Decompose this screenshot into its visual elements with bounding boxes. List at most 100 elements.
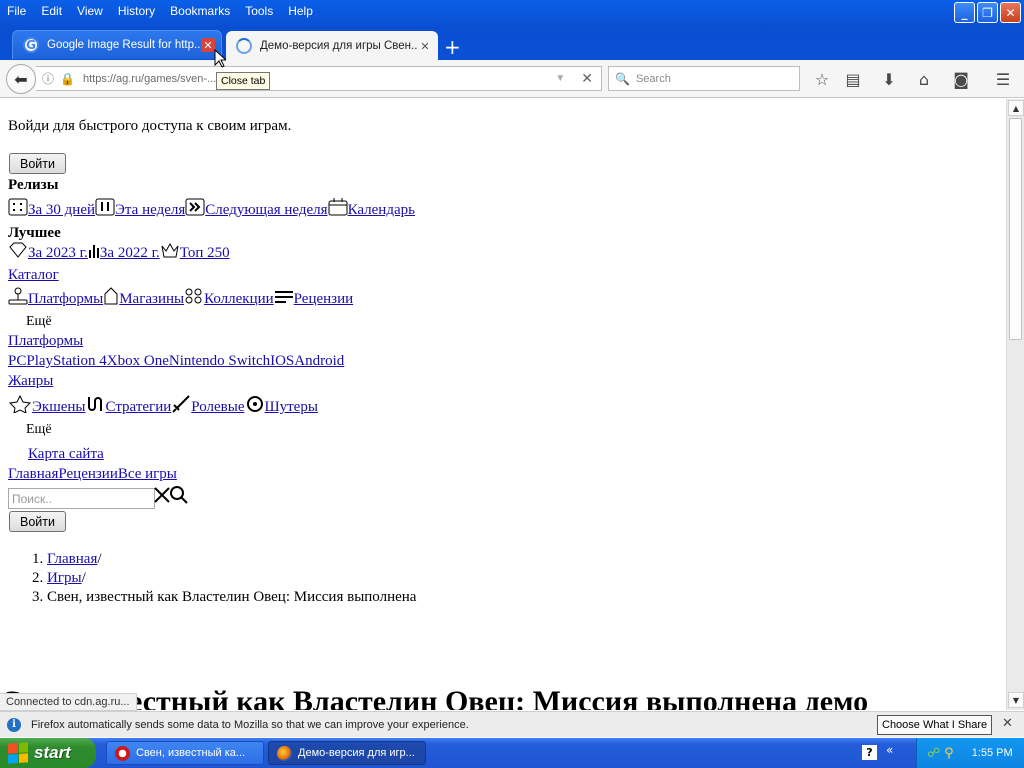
menu-bar: File Edit View History Bookmarks Tools H… [0,0,321,22]
close-tab-icon[interactable]: ✕ [201,38,215,52]
back-button[interactable]: ⬅ [6,64,36,94]
search-input[interactable]: 🔍 Search [608,66,800,91]
tab-label: Google Image Result for http... [47,39,201,51]
link-30-days[interactable]: За 30 дней [28,202,95,218]
login-button[interactable]: Войти [9,153,66,174]
tab-google-image[interactable]: G Google Image Result for http... ✕ [12,30,222,59]
url-bar[interactable]: ⓘ 🔒 https://ag.ru/games/sven-...-os ▼ ✕ [36,66,602,91]
close-notification-icon[interactable]: ✕ [1002,716,1013,731]
close-tab-icon[interactable]: ✕ [418,39,432,53]
breadcrumb-separator: / [81,570,86,586]
link-nintendo-switch[interactable]: Nintendo Switch [169,353,270,369]
link-top-250[interactable]: Топ 250 [180,245,230,261]
link-sitemap[interactable]: Карта сайта [28,446,104,463]
menu-bookmarks[interactable]: Bookmarks [163,4,238,18]
link-calendar[interactable]: Календарь [348,202,415,218]
breadcrumb-item: 2. Игры/ [32,570,86,586]
link-android[interactable]: Android [294,353,344,369]
joystick-icon [8,287,28,305]
link-all-games[interactable]: Все игры [118,466,177,482]
bookmark-star-icon[interactable]: ☆ [811,68,833,90]
link-xbox-one[interactable]: Xbox One [107,353,169,369]
link-strategy[interactable]: Стратегии [106,399,172,415]
close-icon[interactable] [154,487,170,503]
link-action[interactable]: Экшены [32,399,86,415]
link-2022[interactable]: За 2022 г. [100,245,160,261]
link-next-week[interactable]: Следующая неделя [205,202,327,218]
pause-box-icon [95,198,115,216]
scroll-up-icon[interactable]: ▲ [1008,100,1024,116]
close-tab-tooltip: Close tab [216,72,271,90]
choose-what-i-share-button[interactable]: Choose What I Share [877,715,993,735]
link-stores[interactable]: Магазины [119,291,184,307]
info-icon: i [7,717,21,732]
calendar-icon [328,198,348,216]
download-icon[interactable]: ⬇ [878,68,900,90]
info-icon[interactable]: ⓘ [42,70,54,87]
link-pc[interactable]: PC [8,353,26,369]
mouse-cursor-icon [214,49,226,68]
page-content: Войди для быстрого доступа к своим играм… [0,99,1006,710]
link-genres-heading[interactable]: Жанры [8,373,53,390]
minimize-button[interactable]: _ [954,2,975,23]
link-shooters[interactable]: Шутеры [265,399,318,415]
platforms-nav: PCPlayStation 4Xbox OneNintendo SwitchIO… [8,353,344,370]
scroll-down-icon[interactable]: ▼ [1008,692,1024,708]
more-genres[interactable]: Ещё [26,422,52,438]
menu-file[interactable]: File [0,4,34,18]
more-catalog[interactable]: Ещё [26,314,52,330]
link-ios[interactable]: IOS [270,353,294,369]
dropdown-arrow-icon[interactable]: ▼ [555,73,565,84]
firefox-icon [277,745,292,761]
start-button[interactable]: start [0,738,96,768]
home-icon[interactable]: ⌂ [913,68,935,90]
url-text[interactable]: https://ag.ru/games/sven-...-os [83,73,555,85]
link-collections[interactable]: Коллекции [204,291,274,307]
status-text: Connected to cdn.ag.ru... [0,693,137,711]
reading-list-icon[interactable]: ▤ [842,68,864,90]
stop-loading-icon[interactable]: ✕ [581,71,593,87]
menu-tools[interactable]: Tools [238,4,281,18]
taskbar-item-opera[interactable]: Свен, известный ка... [106,741,264,765]
releases-nav: За 30 дней Эта неделя Следующая неделя Кале… [8,198,415,219]
taskbar-item-firefox[interactable]: Демо-версия для игр... [268,741,426,765]
link-2023[interactable]: За 2023 г. [28,245,88,261]
link-ps4[interactable]: PlayStation 4 [26,353,106,369]
scroll-thumb[interactable] [1009,118,1022,340]
tab-demo-version[interactable]: Демо-версия для игры Свен... ✕ [226,31,438,61]
loading-spinner-icon [236,38,252,54]
hamburger-menu-icon[interactable]: ☰ [992,68,1014,90]
close-window-button[interactable]: ✕ [1000,2,1021,23]
link-platforms[interactable]: Платформы [28,291,103,307]
system-tray: ☍ ⚲ 1:55 PM [916,738,1024,768]
link-reviews[interactable]: Рецензии [294,291,354,307]
help-icon[interactable]: ? [862,745,877,760]
back-arrow-icon: ⬅ [14,69,28,89]
crosshair-icon [246,396,263,412]
link-catalog[interactable]: Каталог [8,267,59,284]
menu-history[interactable]: History [111,4,163,18]
link-this-week[interactable]: Эта неделя [115,202,185,218]
chevron-icon[interactable]: « [886,743,893,757]
link-rpg[interactable]: Ролевые [191,399,244,415]
menu-help[interactable]: Help [281,4,321,18]
login-prompt: Войди для быстрого доступа к своим играм… [8,118,292,134]
menu-edit[interactable]: Edit [34,4,70,18]
maximize-button[interactable]: ❐ [977,2,998,23]
vertical-scrollbar[interactable]: ▲ ▼ [1006,99,1024,710]
best-heading: Лучшее [8,225,61,241]
tab-strip: G Google Image Result for http... ✕ Демо… [0,30,1024,61]
link-reviews-bottom[interactable]: Рецензии [58,466,118,482]
new-tab-button[interactable]: + [444,35,461,59]
link-platforms-heading[interactable]: Платформы [8,333,83,350]
link-home[interactable]: Главная [8,466,58,482]
network-icon[interactable]: ☍ [927,746,940,761]
breadcrumb-home[interactable]: Главная [47,551,97,567]
lock-warning-icon[interactable]: 🔒 [60,72,75,86]
breadcrumb-games[interactable]: Игры [47,570,82,586]
search-tray-icon[interactable]: ⚲ [944,746,954,761]
menu-view[interactable]: View [70,4,111,18]
pocket-icon[interactable]: ◙ [950,68,972,90]
login-button-secondary[interactable]: Войти [9,511,66,532]
site-search-input[interactable]: Поиск.. [8,488,155,509]
